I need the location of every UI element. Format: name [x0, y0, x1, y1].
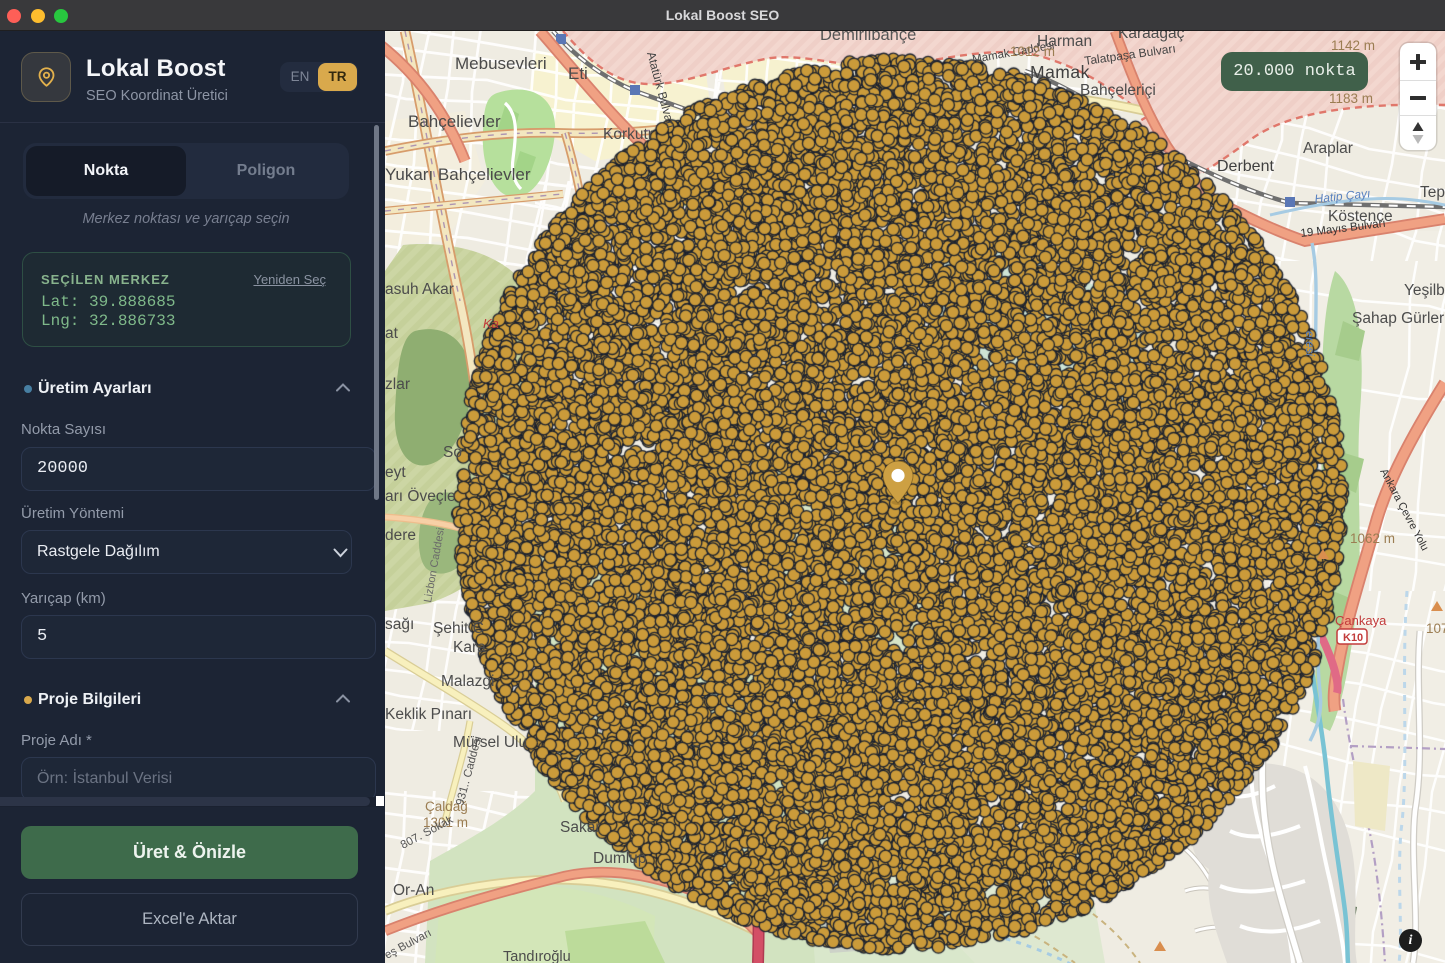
- svg-text:Karaağaç: Karaağaç: [1118, 31, 1185, 42]
- svg-text:Bahçeleriçi: Bahçeleriçi: [1080, 82, 1156, 99]
- svg-text:Malazgi: Malazgi: [441, 673, 494, 690]
- svg-text:1142 m: 1142 m: [1331, 38, 1375, 53]
- svg-text:Korkutr: Korkutr: [603, 126, 653, 143]
- svg-text:Demirlibahçe: Demirlibahçe: [820, 31, 916, 44]
- svg-text:Ka: Ka: [483, 316, 499, 331]
- svg-text:Tepec: Tepec: [1420, 184, 1445, 201]
- svg-text:Yukarı Bahçelievler: Yukarı Bahçelievler: [385, 165, 531, 184]
- svg-text:Kara: Kara: [453, 639, 486, 656]
- svg-text:Şehit C: Şehit C: [433, 620, 484, 637]
- svg-text:Mebusevleri: Mebusevleri: [455, 54, 547, 73]
- svg-text:Araplar: Araplar: [1303, 140, 1353, 157]
- svg-text:1183 m: 1183 m: [1329, 91, 1373, 106]
- svg-text:eş Bulvarı: eş Bulvarı: [385, 927, 434, 962]
- svg-text:Mamak: Mamak: [1030, 62, 1090, 82]
- svg-text:Tandıroğlu: Tandıroğlu: [503, 949, 571, 963]
- svg-text:Lizbon Caddesi: Lizbon Caddesi: [422, 527, 447, 604]
- svg-text:Şahap Gürler: Şahap Gürler: [1352, 310, 1444, 327]
- svg-text:1062 m: 1062 m: [1350, 531, 1395, 546]
- svg-text:107: 107: [1426, 621, 1445, 636]
- svg-text:Or-An: Or-An: [393, 882, 434, 899]
- svg-text:Keklik Pınarı: Keklik Pınarı: [385, 706, 472, 723]
- svg-text:arı Öveçle: arı Öveçle: [385, 487, 456, 505]
- svg-text:Atatürk Bulvarı: Atatürk Bulvarı: [644, 50, 678, 130]
- svg-text:eyt: eyt: [385, 464, 406, 481]
- svg-text:Yeşilba: Yeşilba: [1404, 282, 1445, 299]
- svg-text:Sakar: Sakar: [560, 819, 601, 836]
- svg-text:Bahçelievler: Bahçelievler: [408, 112, 501, 131]
- svg-text:Derbent: Derbent: [1217, 158, 1274, 175]
- svg-text:Talatpaşa Bulvarı: Talatpaşa Bulvarı: [1083, 41, 1176, 68]
- svg-text:Dumlup: Dumlup: [593, 850, 646, 867]
- svg-text:Harman: Harman: [1037, 33, 1092, 50]
- svg-text:sağı: sağı: [385, 616, 414, 633]
- svg-text:asuh Akar: asuh Akar: [385, 281, 454, 298]
- svg-text:zlar: zlar: [385, 376, 410, 393]
- svg-text:Mürsel Ulu: Mürsel Ulu: [453, 734, 527, 751]
- svg-text:eresi: eresi: [1303, 331, 1315, 356]
- svg-text:at: at: [385, 325, 399, 342]
- svg-text:K10: K10: [1343, 632, 1363, 644]
- svg-text:Çankaya: Çankaya: [1335, 613, 1387, 628]
- svg-text:dere: dere: [385, 527, 416, 544]
- svg-text:So: So: [443, 444, 462, 461]
- svg-text:Hatip Çayı: Hatip Çayı: [1314, 186, 1371, 206]
- svg-text:Eti: Eti: [568, 64, 588, 83]
